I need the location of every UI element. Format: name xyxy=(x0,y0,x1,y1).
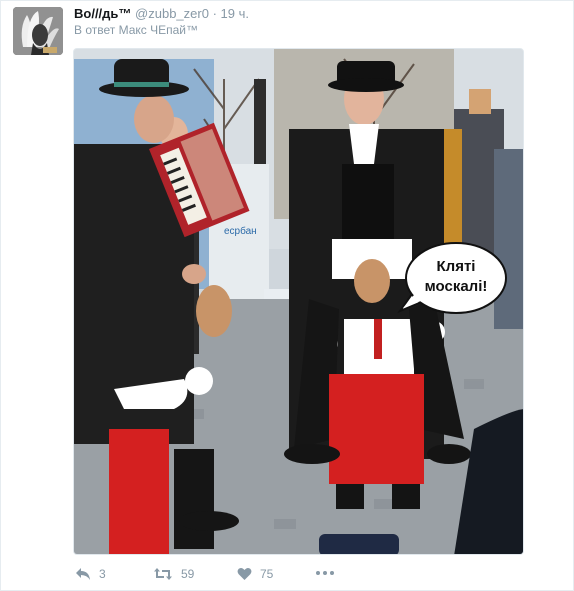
bubble-text-line2: москалі! xyxy=(425,278,488,295)
tweet-timestamp[interactable]: 19 ч. xyxy=(221,6,249,21)
sign-text: есрбан xyxy=(224,225,257,237)
avatar[interactable] xyxy=(13,7,63,55)
reply-context[interactable]: В ответ Макс ЧЕпай™ xyxy=(74,23,198,37)
tweet-header: Bo///дь™ @zubb_zer0 · 19 ч. xyxy=(74,6,249,21)
like-count: 75 xyxy=(260,567,274,581)
display-name[interactable]: Bo///дь™ xyxy=(74,6,131,21)
retweet-icon xyxy=(154,568,172,580)
reply-count: 3 xyxy=(99,567,106,581)
tweet-card[interactable]: Bo///дь™ @zubb_zer0 · 19 ч. В ответ Макс… xyxy=(0,0,574,591)
reply-button[interactable]: 3 xyxy=(75,567,106,581)
heart-icon xyxy=(237,567,252,580)
user-handle[interactable]: @zubb_zer0 xyxy=(135,6,209,21)
reply-icon xyxy=(76,568,90,580)
bubble-text-line1: Кляті xyxy=(437,258,476,275)
more-dots-icon xyxy=(316,571,334,575)
tweet-actions: 3 59 75 xyxy=(73,567,373,585)
tweet-photo[interactable]: есрбан Кляті москалі! xyxy=(73,48,524,555)
retweet-count: 59 xyxy=(181,567,195,581)
avatar-image xyxy=(13,7,63,55)
more-button[interactable] xyxy=(315,570,335,576)
retweet-button[interactable]: 59 xyxy=(153,567,194,581)
separator-dot: · xyxy=(212,6,217,21)
like-button[interactable]: 75 xyxy=(237,567,273,581)
